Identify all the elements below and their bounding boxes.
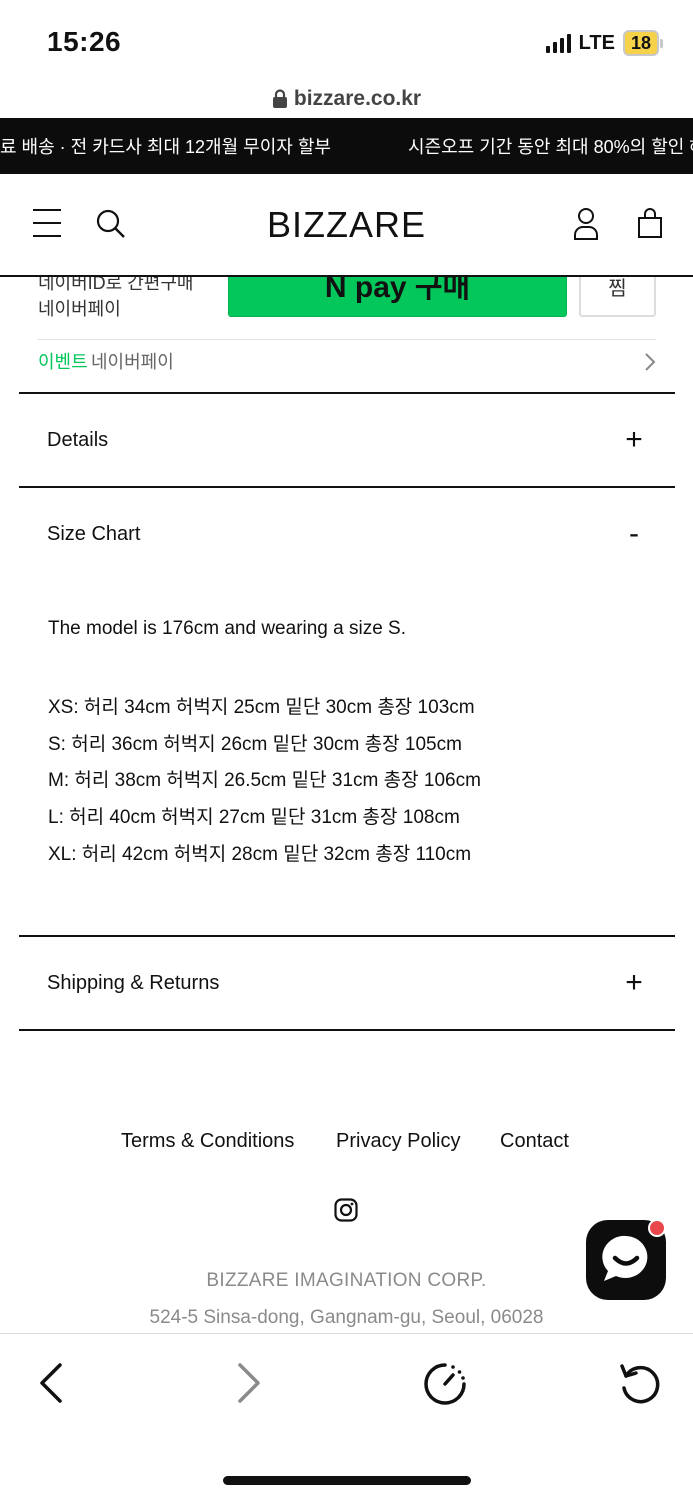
naver-pay-event-row[interactable]: 이벤트 네이버페이 [38,339,656,383]
size-chart-toggle[interactable]: - [622,517,646,551]
size-row-m: M: 허리 38cm 허벅지 26.5cm 밑단 31cm 총장 106cm [48,770,481,791]
url-bar[interactable]: bizzare.co.kr [0,84,693,114]
footer-links: Terms & Conditions Privacy Policy Contac… [0,1130,693,1160]
shipping-title[interactable]: Shipping & Returns [47,972,219,995]
size-row-s: S: 허리 36cm 허벅지 26cm 밑단 30cm 총장 105cm [48,734,462,755]
url-text: bizzare.co.kr [293,87,422,110]
naver-pay-button[interactable]: N pay 구매 [228,277,567,317]
event-value: 네이버페이 [91,352,174,372]
back-icon[interactable] [38,1362,64,1404]
refresh-icon[interactable] [618,1362,662,1406]
company-address: 524-5 Sinsa-dong, Gangnam-gu, Seoul, 060… [149,1307,544,1328]
home-indicator [223,1476,471,1485]
forward-icon[interactable] [236,1362,262,1404]
model-note: The model is 176cm and wearing a size S. [48,618,407,639]
promo-marquee: 료 배송 · 전 카드사 최대 12개월 무이자 할부 시즌오프 기간 동안 최… [0,118,693,174]
network-label: LTE [578,31,615,54]
status-time: 15:26 [47,26,122,57]
status-bar: 15:26 LTE 18 [0,0,693,80]
privacy-link[interactable]: Privacy Policy [336,1130,460,1153]
site-header: BIZZARE [0,174,693,277]
shipping-toggle[interactable]: + [622,966,646,1000]
divider [19,1029,675,1031]
terms-link[interactable]: Terms & Conditions [121,1130,294,1153]
chevron-right-icon [645,353,656,371]
status-indicators: LTE 18 [545,30,663,56]
signal-icon [545,33,571,53]
browser-toolbar [0,1333,693,1500]
naver-pay-desc: 네이버ID로 간편구매 [38,277,194,293]
divider [19,486,675,488]
bag-icon[interactable] [638,207,662,239]
size-row-l: L: 허리 40cm 허벅지 27cm 밑단 31cm 총장 108cm [48,807,460,828]
chat-notification-badge [648,1219,666,1237]
wish-button[interactable]: 찜 [579,277,656,317]
instagram-icon[interactable] [334,1198,358,1222]
divider [19,935,675,937]
marquee-text-left: 료 배송 · 전 카드사 최대 12개월 무이자 할부 [0,137,331,157]
user-icon[interactable] [574,208,598,240]
naver-pay-section: 네이버ID로 간편구매 네이버페이 N pay 구매 찜 [0,277,693,339]
event-label: 이벤트 [38,352,88,372]
battery-icon: 18 [622,30,663,56]
size-row-xs: XS: 허리 34cm 허벅지 25cm 밑단 30cm 총장 103cm [48,697,475,718]
details-title[interactable]: Details [47,429,108,452]
size-row-xl: XL: 허리 42cm 허벅지 28cm 밑단 32cm 총장 110cm [48,844,472,865]
size-chart-title[interactable]: Size Chart [47,523,140,546]
lock-icon [272,89,287,108]
naver-pay-label: 네이버페이 [38,299,121,319]
details-toggle[interactable]: + [622,423,646,457]
contact-link[interactable]: Contact [500,1130,569,1153]
divider [19,392,675,394]
battery-level: 18 [622,30,659,56]
speed-dial-icon[interactable] [423,1362,467,1406]
marquee-text-right: 시즌오프 기간 동안 최대 80%의 할인 혜택 [408,137,693,157]
